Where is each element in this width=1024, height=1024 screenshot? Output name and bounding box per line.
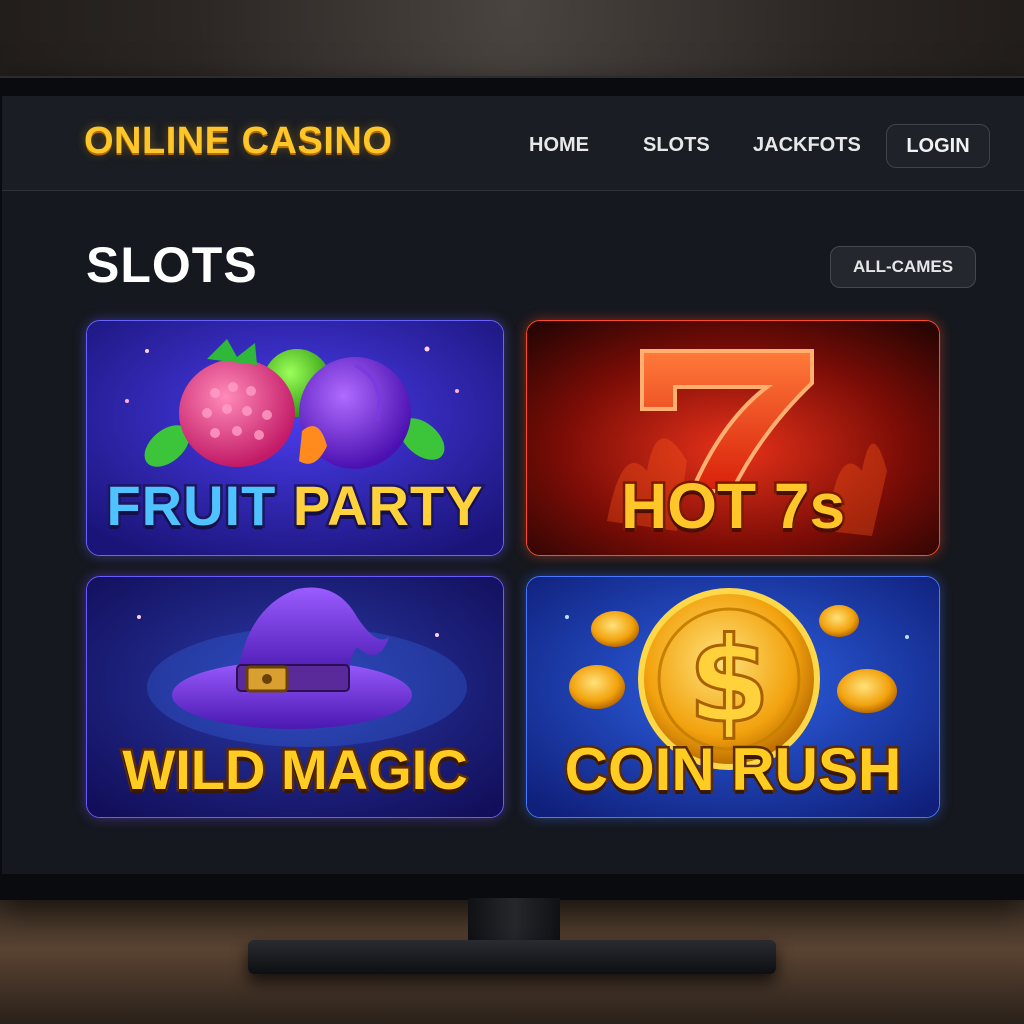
all-games-button[interactable]: ALL-CAMES bbox=[830, 246, 976, 288]
svg-text:$: $ bbox=[688, 611, 770, 749]
game-title: FRUIT PARTY bbox=[104, 472, 485, 540]
nav-link-jackpots[interactable]: JACKFOTS bbox=[753, 134, 861, 157]
monitor-screen: ONLINE CASINO HOME SLOTS JACKFOTS LOGIN … bbox=[2, 96, 1024, 874]
game-title: WILD MAGIC bbox=[120, 736, 470, 804]
game-title: HOT 7s bbox=[618, 468, 847, 545]
nav-link-slots[interactable]: SLOTS bbox=[643, 134, 710, 157]
game-title: COIN RUSH bbox=[562, 734, 904, 806]
game-card-coin-rush[interactable]: $ COIN RUSH bbox=[526, 576, 940, 818]
login-button[interactable]: LOGIN bbox=[886, 124, 990, 168]
game-card-hot-7s[interactable]: HOT 7s bbox=[526, 320, 940, 556]
nav-link-home[interactable]: HOME bbox=[529, 134, 589, 157]
site-logo[interactable]: ONLINE CASINO bbox=[84, 120, 392, 163]
section-title: SLOTS bbox=[86, 237, 258, 293]
game-card-wild-magic[interactable]: WILD MAGIC bbox=[86, 576, 504, 818]
monitor-stand-base bbox=[248, 940, 776, 974]
top-navbar: ONLINE CASINO HOME SLOTS JACKFOTS LOGIN bbox=[2, 96, 1024, 191]
game-card-fruit-party[interactable]: FRUIT PARTY bbox=[86, 320, 504, 556]
